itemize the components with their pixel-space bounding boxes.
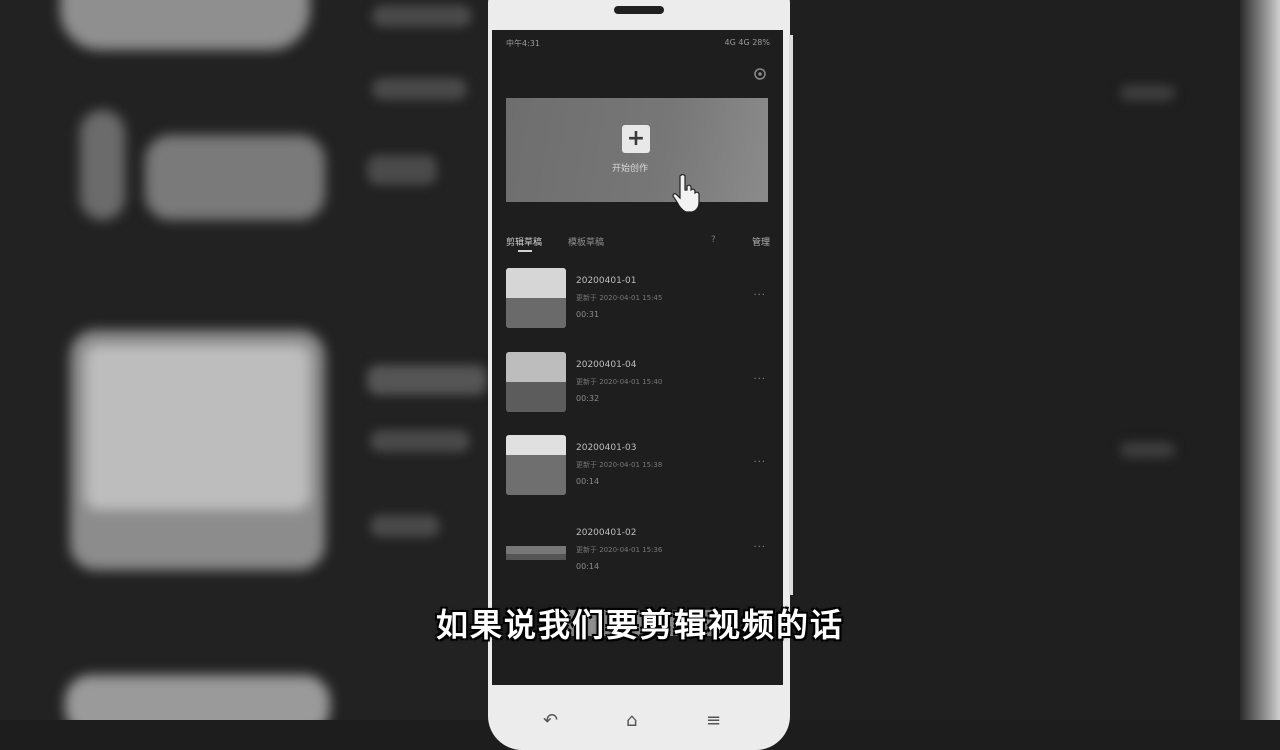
background-bar [372,5,472,27]
more-icon[interactable]: ··· [753,542,766,553]
draft-updated: 更新于 2020-04-01 15:38 [576,461,663,469]
draft-item[interactable]: 20200401-03 更新于 2020-04-01 15:38 00:14 ·… [506,435,770,497]
app-screen: 中午4:31 4G 4G 28% + 开始创作 剪辑草稿 模板草稿 ? 管理 2… [492,30,783,685]
draft-title: 20200401-04 [576,360,637,370]
draft-title: 20200401-03 [576,443,637,453]
background-bar [370,515,440,537]
draft-title: 20200401-01 [576,276,637,286]
draft-updated: 更新于 2020-04-01 15:45 [576,294,663,302]
gear-icon[interactable] [753,67,767,81]
phone-side-edge [789,35,793,595]
phone-speaker [614,6,664,14]
background-bar [367,365,487,395]
draft-item[interactable]: 20200401-04 更新于 2020-04-01 15:40 00:32 ·… [506,352,770,414]
start-create-label: 开始创作 [612,164,649,174]
background-bar [1120,442,1175,458]
system-nav-bar: ↶ ⌂ ≡ [488,710,790,740]
tab-active-indicator [518,250,532,252]
background-shape [70,330,325,570]
tab-drafts[interactable]: 剪辑草稿 [506,235,542,248]
pointer-hand-icon [672,173,700,212]
draft-title: 20200401-02 [576,528,637,538]
more-icon[interactable]: ··· [753,457,766,468]
draft-tabs: 剪辑草稿 模板草稿 ? 管理 [506,235,770,255]
background-shape [60,0,310,50]
status-time: 中午4:31 [506,39,540,48]
manage-button[interactable]: 管理 [752,235,770,248]
background-bar [372,78,467,100]
draft-thumbnail [506,352,566,412]
draft-item[interactable]: 20200401-02 更新于 2020-04-01 15:36 00:14 ·… [506,520,770,582]
background-bar [370,430,470,452]
plus-icon: + [622,125,650,153]
draft-updated: 更新于 2020-04-01 15:36 [576,546,663,554]
draft-thumbnail [506,435,566,495]
background-bar [367,155,437,185]
start-create-button[interactable]: + 开始创作 [506,98,768,212]
draft-duration: 00:14 [576,477,600,486]
background-shape [80,110,125,220]
status-bar: 中午4:31 4G 4G 28% [506,38,770,50]
video-subtitle: 如果说我们要剪辑视频的话 [435,606,844,644]
background-shape [145,135,325,220]
draft-thumbnail [506,268,566,328]
help-icon[interactable]: ? [711,235,716,245]
draft-duration: 00:14 [576,562,600,571]
draft-updated: 更新于 2020-04-01 15:40 [576,378,663,386]
draft-thumbnail [506,520,566,580]
status-indicators: 4G 4G 28% [724,38,770,47]
more-icon[interactable]: ··· [753,290,766,301]
draft-item[interactable]: 20200401-01 更新于 2020-04-01 15:45 00:31 ·… [506,268,770,330]
tab-templates[interactable]: 模板草稿 [568,235,604,248]
home-icon[interactable]: ⌂ [626,710,637,731]
draft-duration: 00:32 [576,394,600,403]
draft-duration: 00:31 [576,310,600,319]
menu-icon[interactable]: ≡ [706,710,721,731]
background-bar [1120,85,1175,101]
background-shape [65,675,330,720]
more-icon[interactable]: ··· [753,374,766,385]
back-icon[interactable]: ↶ [543,710,558,731]
